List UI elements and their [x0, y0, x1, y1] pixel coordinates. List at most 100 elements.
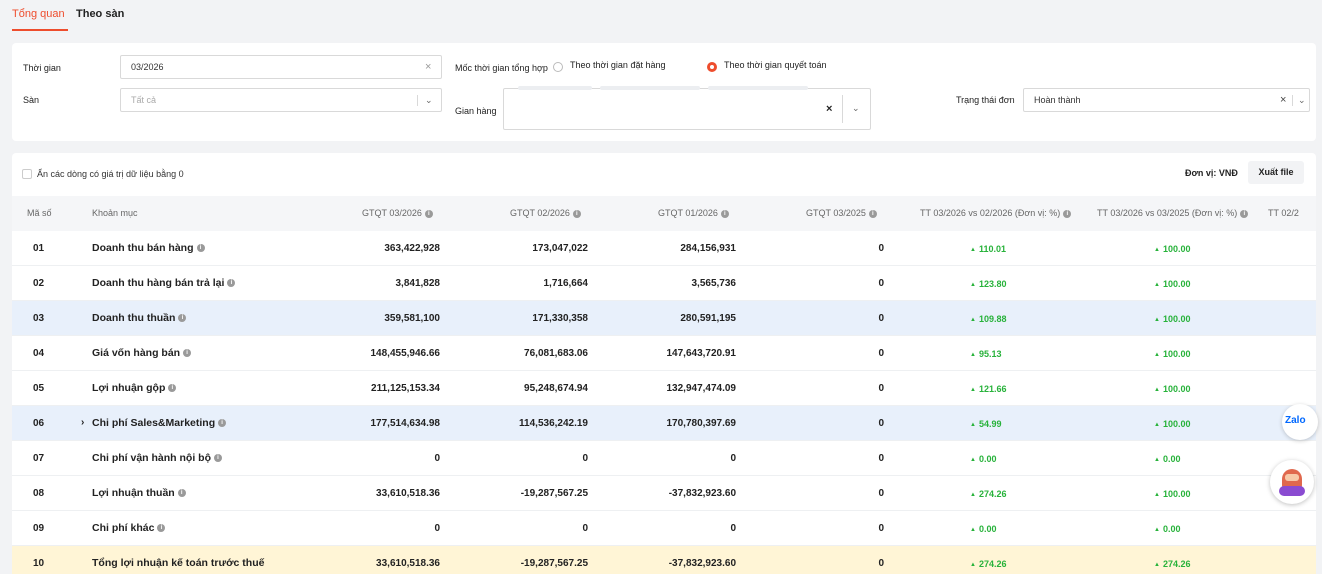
- info-icon: i: [868, 209, 877, 218]
- row-value-c2: 0: [582, 453, 588, 464]
- chevron-down-icon[interactable]: ⌄: [852, 103, 860, 114]
- row-item: Chi phí khác i: [92, 522, 166, 534]
- row-growth-mom: ▲ 0.00: [970, 454, 997, 464]
- table-row[interactable]: 05 Lợi nhuận gộp i 211,125,153.34 95,248,674…: [12, 371, 1316, 406]
- row-code: 04: [33, 348, 45, 359]
- caret-up-icon: ▲: [1154, 562, 1160, 568]
- table-row[interactable]: 10 Tổng lợi nhuận kế toán trước thuế 33,61…: [12, 546, 1316, 574]
- caret-up-icon: ▲: [1154, 247, 1160, 253]
- caret-up-icon: ▲: [1154, 317, 1160, 323]
- radio-order-time-label[interactable]: Theo thời gian đặt hàng: [570, 60, 665, 70]
- info-icon[interactable]: i: [218, 419, 227, 428]
- row-value-c1: 33,610,518.36: [376, 558, 440, 569]
- row-value-c2: 171,330,358: [532, 313, 588, 324]
- row-growth-yoy: ▲ 0.00: [1154, 454, 1181, 464]
- row-value-c3: 284,156,931: [680, 243, 736, 254]
- row-value-c3: 0: [730, 453, 736, 464]
- row-value-c3: 170,780,397.69: [666, 418, 736, 429]
- caret-up-icon: ▲: [1154, 457, 1160, 463]
- active-tab-indicator: [12, 29, 68, 31]
- table-row[interactable]: 03 Doanh thu thuần i 359,581,100 171,330,358…: [12, 301, 1316, 336]
- info-icon[interactable]: i: [157, 524, 166, 533]
- info-icon: i: [572, 209, 581, 218]
- caret-up-icon: ▲: [1154, 527, 1160, 533]
- row-value-c4: 0: [878, 348, 884, 359]
- close-icon[interactable]: ×: [826, 103, 832, 115]
- info-icon: i: [1063, 209, 1072, 218]
- tab-by-platform[interactable]: Theo sàn: [76, 8, 124, 20]
- shop-multiselect[interactable]: × ⌄: [503, 86, 871, 130]
- table-header: Mã số Khoản mục GTQT 03/2026 i GTQT 02/20…: [12, 196, 1316, 231]
- order-status-select[interactable]: Hoàn thành × ⌄: [1023, 88, 1310, 112]
- row-value-c4: 0: [878, 523, 884, 534]
- row-value-c2: -19,287,567.25: [520, 488, 588, 499]
- row-growth-mom: ▲ 121.66: [970, 384, 1007, 394]
- close-icon[interactable]: ×: [425, 61, 431, 73]
- info-icon[interactable]: i: [177, 489, 186, 498]
- chevron-down-icon[interactable]: ⌄: [1298, 95, 1306, 106]
- checkbox-icon[interactable]: [22, 169, 32, 179]
- row-value-c1: 211,125,153.34: [371, 383, 440, 394]
- col-gtqt-0326: GTQT 03/2026 i: [362, 208, 433, 218]
- export-button[interactable]: Xuất file: [1248, 161, 1304, 184]
- row-code: 06: [33, 418, 45, 429]
- platform-select[interactable]: Tất cả ⌄: [120, 88, 442, 112]
- info-icon: i: [1240, 209, 1249, 218]
- table-row[interactable]: 04 Giá vốn hàng bán i 148,455,946.66 76,081,…: [12, 336, 1316, 371]
- caret-up-icon: ▲: [970, 422, 976, 428]
- info-icon[interactable]: i: [196, 244, 205, 253]
- row-value-c4: 0: [878, 313, 884, 324]
- hide-zero-label[interactable]: Ẩn các dòng có giá trị dữ liệu bằng 0: [37, 169, 184, 179]
- table-row[interactable]: 09 Chi phí khác i 0 0 0 0 ▲ 0.00 ▲ 0.00: [12, 511, 1316, 546]
- time-picker[interactable]: 03/2026 ×: [120, 55, 442, 79]
- info-icon[interactable]: i: [214, 454, 222, 463]
- row-value-c1: 33,610,518.36: [376, 488, 440, 499]
- caret-up-icon: ▲: [1154, 387, 1160, 393]
- row-growth-mom: ▲ 54.99: [970, 419, 1002, 429]
- info-icon[interactable]: i: [183, 349, 192, 358]
- info-icon[interactable]: i: [227, 279, 236, 288]
- chevron-down-icon[interactable]: ⌄: [425, 95, 433, 106]
- row-growth-yoy: ▲ 274.26: [1154, 559, 1191, 569]
- row-value-c2: 114,536,242.19: [519, 418, 588, 429]
- chevron-right-icon[interactable]: ›: [81, 417, 84, 428]
- table-row[interactable]: 07 Chi phí vận hành nội bộ i 0 0 0 0 ▲ 0.00 ▲ 0.00: [12, 441, 1316, 476]
- top-tabs: Tổng quan Theo sàn: [0, 0, 1322, 34]
- table-row[interactable]: 08 Lợi nhuận thuần i 33,610,518.36 -19,287,5…: [12, 476, 1316, 511]
- row-value-c1: 177,514,634.98: [370, 418, 440, 429]
- radio-order-time-icon[interactable]: [553, 62, 563, 72]
- row-value-c1: 0: [434, 523, 440, 534]
- radio-settle-time-label[interactable]: Theo thời gian quyết toán: [724, 60, 826, 70]
- row-value-c3: -37,832,923.60: [668, 488, 736, 499]
- table-row[interactable]: 02 Doanh thu hàng bán trả lại i 3,841,828 1,…: [12, 266, 1316, 301]
- row-code: 01: [33, 243, 45, 254]
- caret-up-icon: ▲: [970, 562, 976, 568]
- col-tt-yoy: TT 03/2026 vs 03/2025 (Đơn vị: %) i: [1097, 208, 1249, 218]
- info-icon[interactable]: i: [178, 314, 187, 323]
- col-gtqt-0226: GTQT 02/2026 i: [510, 208, 581, 218]
- row-code: 02: [33, 278, 45, 289]
- table-row[interactable]: 01 Doanh thu bán hàng i 363,422,928 173,047,…: [12, 231, 1316, 266]
- chatbot-button[interactable]: [1270, 460, 1314, 504]
- row-growth-yoy: ▲ 100.00: [1154, 419, 1191, 429]
- table-row[interactable]: 06 › Chi phí Sales&Marketing i 177,514,634.9…: [12, 406, 1316, 441]
- row-value-c2: -19,287,567.25: [520, 558, 588, 569]
- divider: [842, 95, 843, 123]
- info-icon[interactable]: i: [168, 384, 177, 393]
- row-item: Tổng lợi nhuận kế toán trước thuế: [92, 557, 265, 569]
- radio-settle-time-icon[interactable]: [707, 62, 717, 72]
- zalo-button[interactable]: Zalo: [1282, 404, 1318, 440]
- shop-label: Gian hàng: [455, 106, 497, 116]
- tab-overview[interactable]: Tổng quan: [12, 8, 65, 20]
- col-gtqt-0325: GTQT 03/2025 i: [806, 208, 877, 218]
- caret-up-icon: ▲: [970, 247, 976, 253]
- close-icon[interactable]: ×: [1280, 94, 1286, 106]
- caret-up-icon: ▲: [970, 352, 976, 358]
- time-value: 03/2026: [131, 62, 164, 72]
- row-growth-yoy: ▲ 100.00: [1154, 349, 1191, 359]
- row-growth-yoy: ▲ 0.00: [1154, 524, 1181, 534]
- row-value-c3: 280,591,195: [680, 313, 736, 324]
- row-value-c4: 0: [878, 453, 884, 464]
- row-value-c3: -37,832,923.60: [668, 558, 736, 569]
- row-value-c4: 0: [878, 243, 884, 254]
